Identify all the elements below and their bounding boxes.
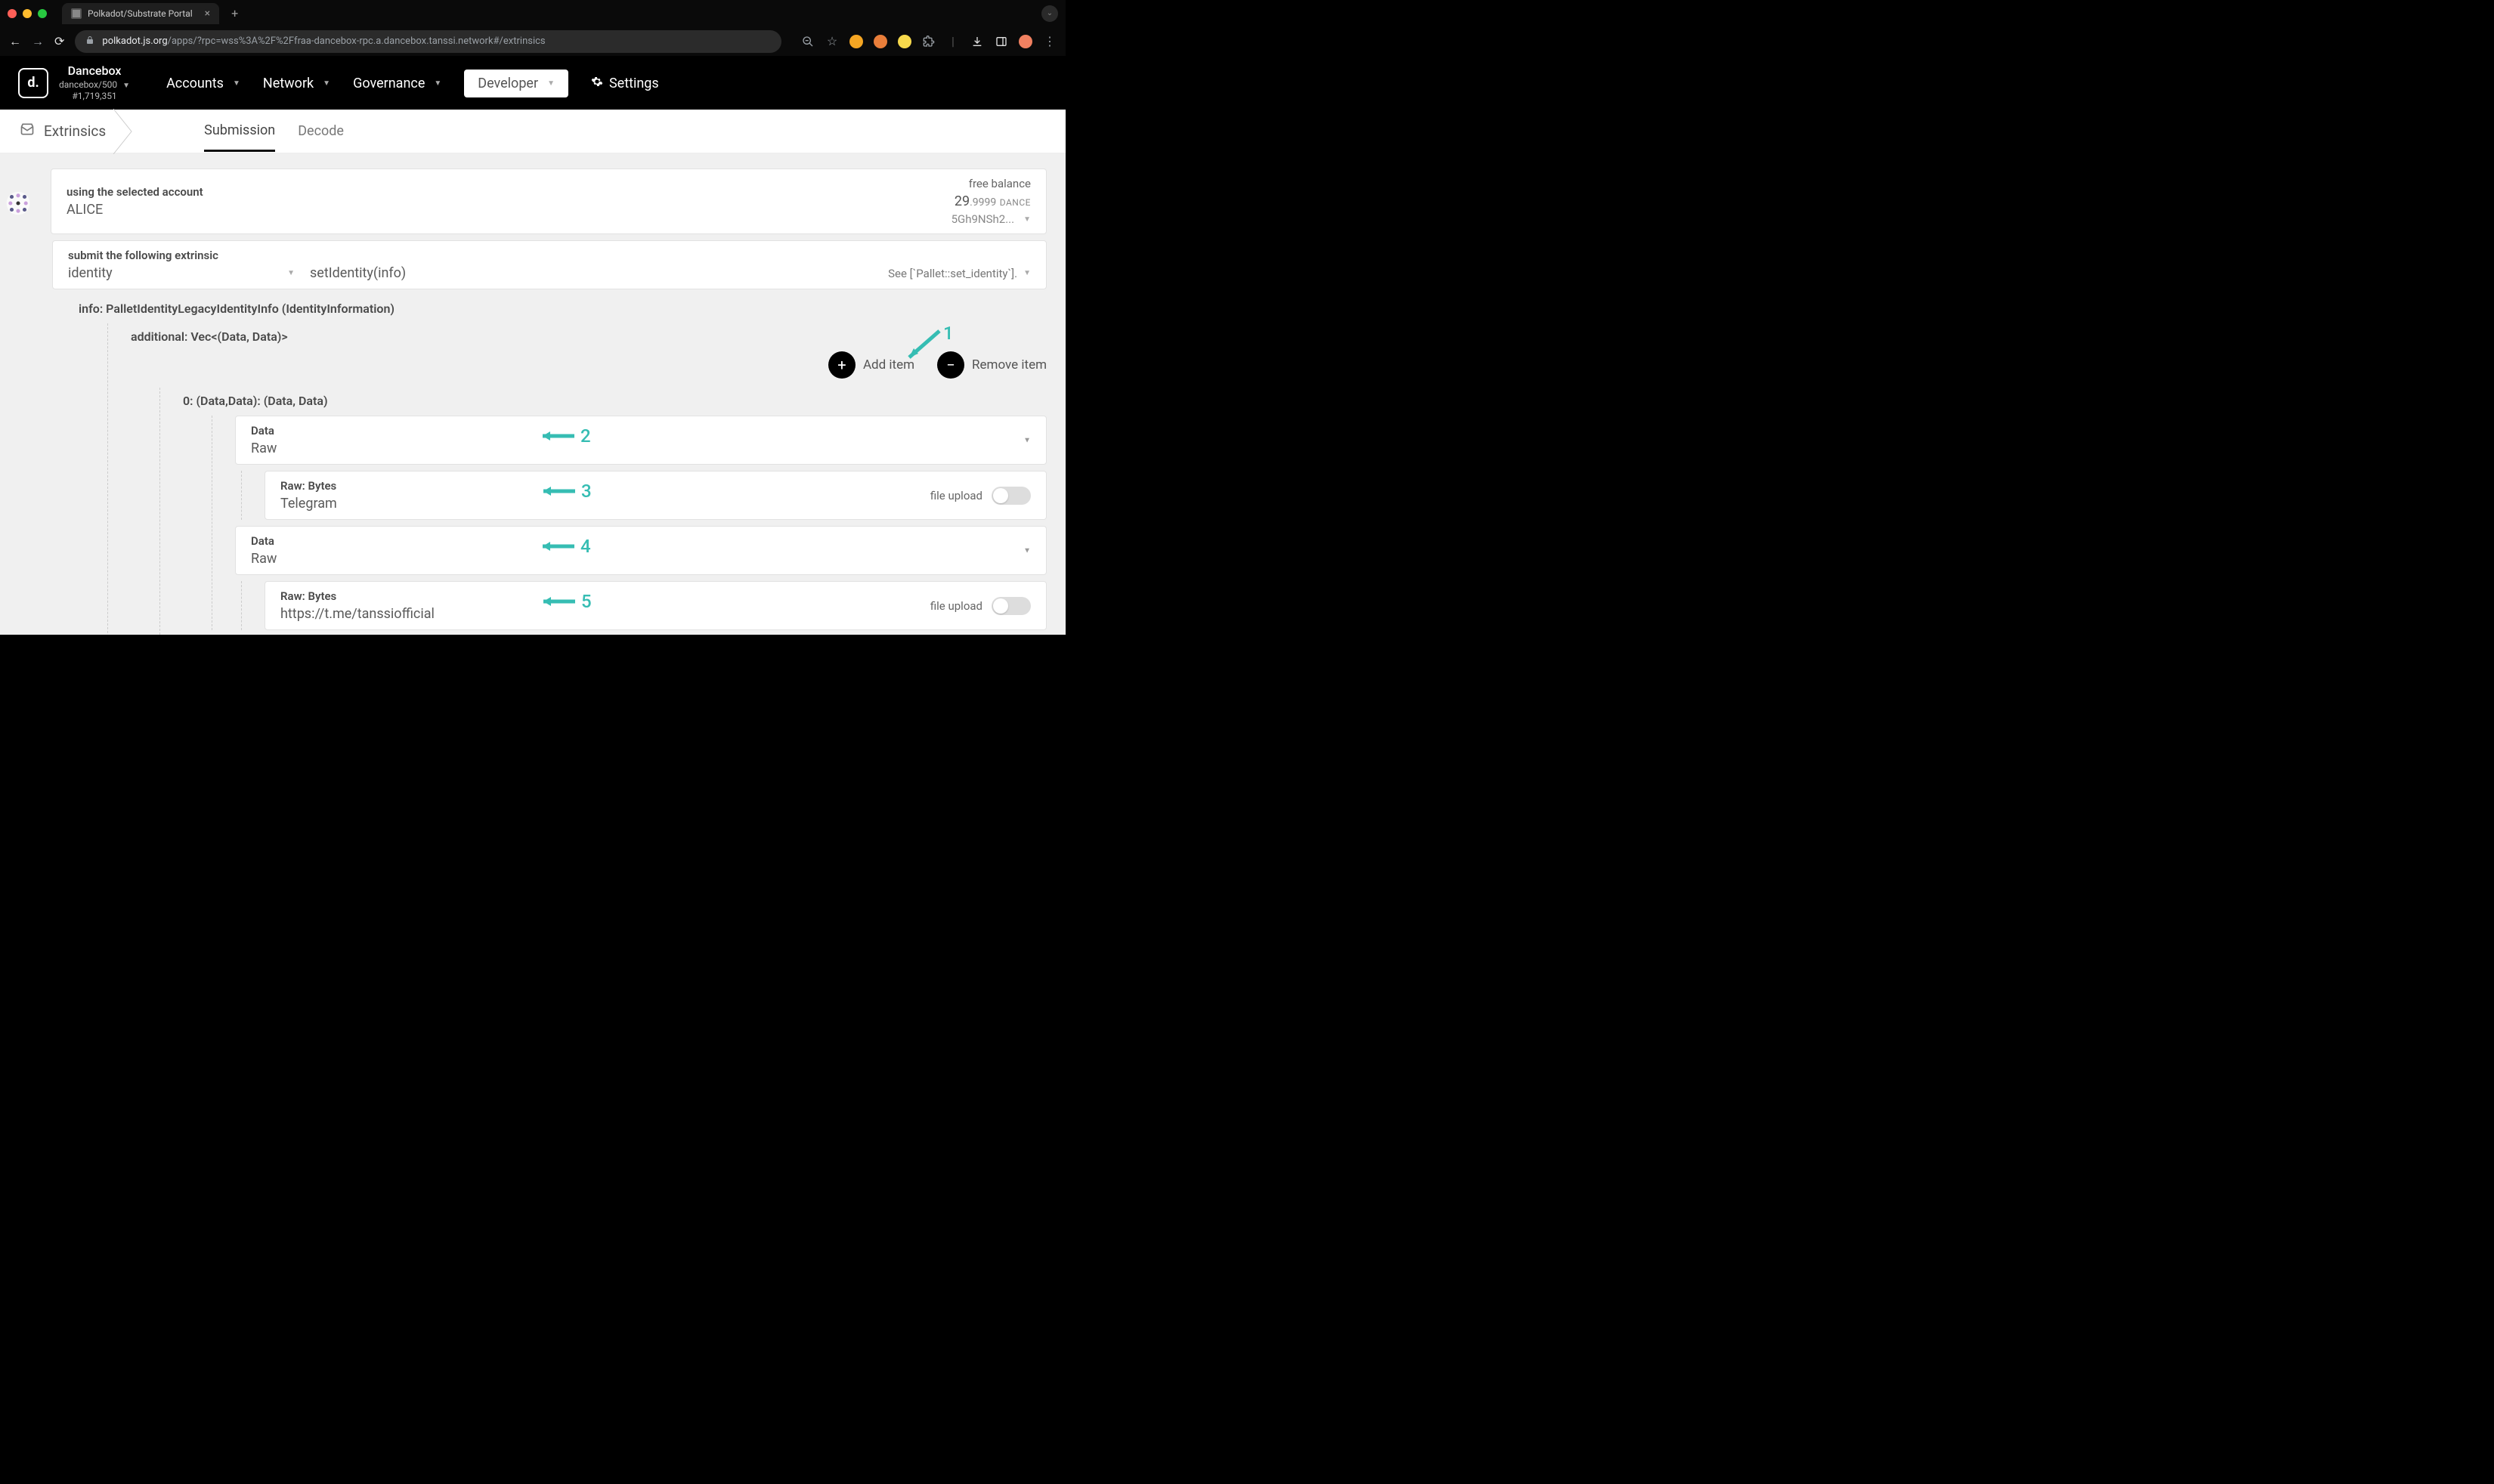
chevron-down-icon: ▼ xyxy=(287,269,295,277)
field-value: Raw xyxy=(251,441,1031,456)
reload-button[interactable]: ⟳ xyxy=(54,34,64,48)
file-upload-toggle[interactable] xyxy=(992,597,1031,615)
browser-tab[interactable]: Polkadot/Substrate Portal × xyxy=(62,3,219,24)
account-name: ALICE xyxy=(67,202,951,218)
extrinsic-label: submit the following extrinsic xyxy=(68,249,295,262)
balance-value: 29.9999 DANCE xyxy=(951,193,1031,209)
gear-icon xyxy=(591,76,603,91)
chevron-down-icon: ▼ xyxy=(1023,546,1031,555)
field-bytes-input-0[interactable]: Raw: Bytes Telegram file upload xyxy=(265,471,1047,520)
nav-network[interactable]: Network▼ xyxy=(263,76,330,91)
field-bytes-input-1[interactable]: Raw: Bytes https://t.me/tanssiofficial f… xyxy=(265,581,1047,630)
plus-icon: + xyxy=(828,351,856,379)
brand-logo: d. xyxy=(18,68,48,98)
downloads-icon[interactable] xyxy=(970,35,984,48)
window-controls[interactable] xyxy=(8,9,47,18)
close-tab-icon[interactable]: × xyxy=(205,8,210,20)
maximize-window-icon[interactable] xyxy=(38,9,47,18)
remove-item-button[interactable]: − Remove item xyxy=(937,351,1047,379)
breadcrumb-arrow xyxy=(113,110,132,153)
browser-menu-icon[interactable]: ⋮ xyxy=(1043,35,1057,48)
chain-sub: dancebox/500 xyxy=(59,79,117,90)
field-label: Raw: Bytes xyxy=(280,589,1031,603)
field-value: Telegram xyxy=(280,496,1031,512)
account-label: using the selected account xyxy=(67,185,951,199)
call-value: setIdentity(info) xyxy=(310,265,406,281)
param-info-label: info: PalletIdentityLegacyIdentityInfo (… xyxy=(79,301,1047,316)
extension-icon-2[interactable] xyxy=(874,35,887,48)
extrinsic-selector: submit the following extrinsic identity … xyxy=(52,240,1047,289)
subnav-main-label: Extrinsics xyxy=(44,122,106,140)
field-data-select-1[interactable]: Data Raw ▼ 4 xyxy=(235,526,1047,575)
annotation-5: 5 xyxy=(539,591,592,612)
file-upload-toggle[interactable] xyxy=(992,487,1031,505)
field-value: Raw xyxy=(251,551,1031,567)
nav-settings[interactable]: Settings xyxy=(591,76,659,91)
extension-icon-1[interactable] xyxy=(849,35,863,48)
field-value: https://t.me/tanssiofficial xyxy=(280,606,1031,622)
tab-favicon xyxy=(71,8,82,19)
chevron-down-icon: ▼ xyxy=(1023,436,1031,444)
pallet-value: identity xyxy=(68,265,113,281)
zoom-icon[interactable] xyxy=(801,35,815,48)
chain-name: Dancebox xyxy=(59,63,130,79)
close-window-icon[interactable] xyxy=(8,9,17,18)
tab-submission[interactable]: Submission xyxy=(204,111,275,152)
chevron-down-icon: ▼ xyxy=(122,82,130,90)
annotation-4: 4 xyxy=(538,536,591,557)
pallet-dropdown[interactable]: submit the following extrinsic identity … xyxy=(68,249,295,281)
minimize-window-icon[interactable] xyxy=(23,9,32,18)
app-header: d. Dancebox dancebox/500 ▼ #1,719,351 Ac… xyxy=(0,57,1066,110)
param-item0-label: 0: (Data,Data): (Data, Data) xyxy=(183,394,1047,408)
lock-icon xyxy=(85,36,94,48)
tab-decode[interactable]: Decode xyxy=(298,112,344,150)
tab-title: Polkadot/Substrate Portal xyxy=(88,8,193,19)
bookmark-icon[interactable]: ☆ xyxy=(825,35,839,48)
extensions-puzzle-icon[interactable] xyxy=(922,35,936,48)
inbox-icon xyxy=(20,122,35,141)
account-selector[interactable]: using the selected account ALICE free ba… xyxy=(51,168,1047,234)
extension-icon-3[interactable] xyxy=(898,35,911,48)
chevron-down-icon: ▼ xyxy=(1023,215,1031,224)
chevron-down-icon: ▼ xyxy=(1023,269,1031,277)
docs-link: See [`Pallet::set_identity`]. xyxy=(888,267,1017,280)
file-upload-label: file upload xyxy=(930,489,982,502)
forward-button[interactable]: → xyxy=(32,34,44,49)
address-bar[interactable]: polkadot.js.org/apps/?rpc=wss%3A%2F%2Ffr… xyxy=(75,30,781,53)
annotation-number-1: 1 xyxy=(943,323,954,344)
url-host: polkadot.js.org xyxy=(102,36,167,47)
annotation-2: 2 xyxy=(538,425,591,447)
chevron-down-icon: ▼ xyxy=(323,79,330,88)
back-button[interactable]: ← xyxy=(9,34,21,49)
file-upload-label: file upload xyxy=(930,599,982,613)
chevron-down-icon: ▼ xyxy=(233,79,240,88)
profile-avatar[interactable] xyxy=(1019,35,1032,48)
nav-governance[interactable]: Governance▼ xyxy=(353,76,441,91)
annotation-3: 3 xyxy=(539,481,592,502)
url-path: /apps/?rpc=wss%3A%2F%2Ffraa-dancebox-rpc… xyxy=(168,36,546,47)
nav-accounts[interactable]: Accounts▼ xyxy=(166,76,240,91)
nav-developer[interactable]: Developer▼ xyxy=(464,70,568,97)
field-label: Data xyxy=(251,424,1031,437)
sidepanel-icon[interactable] xyxy=(995,35,1008,48)
chevron-down-icon: ▼ xyxy=(547,79,555,88)
new-tab-button[interactable]: + xyxy=(225,6,244,20)
chevron-down-icon: ▼ xyxy=(434,79,441,88)
field-data-select-0[interactable]: Data Raw ▼ 2 xyxy=(235,416,1047,465)
call-dropdown[interactable]: setIdentity(info) See [`Pallet::set_iden… xyxy=(310,265,1031,281)
subnav-extrinsics[interactable]: Extrinsics xyxy=(20,110,128,153)
balance-label: free balance xyxy=(951,177,1031,190)
chain-selector[interactable]: d. Dancebox dancebox/500 ▼ #1,719,351 xyxy=(18,63,130,103)
account-address[interactable]: 5Gh9NSh2... ▼ xyxy=(951,212,1031,226)
tab-overflow-button[interactable]: ⌄ xyxy=(1041,5,1058,22)
block-number: #1,719,351 xyxy=(59,91,130,103)
field-label: Raw: Bytes xyxy=(280,479,1031,493)
annotation-arrow-1 xyxy=(902,327,947,365)
field-label: Data xyxy=(251,534,1031,548)
